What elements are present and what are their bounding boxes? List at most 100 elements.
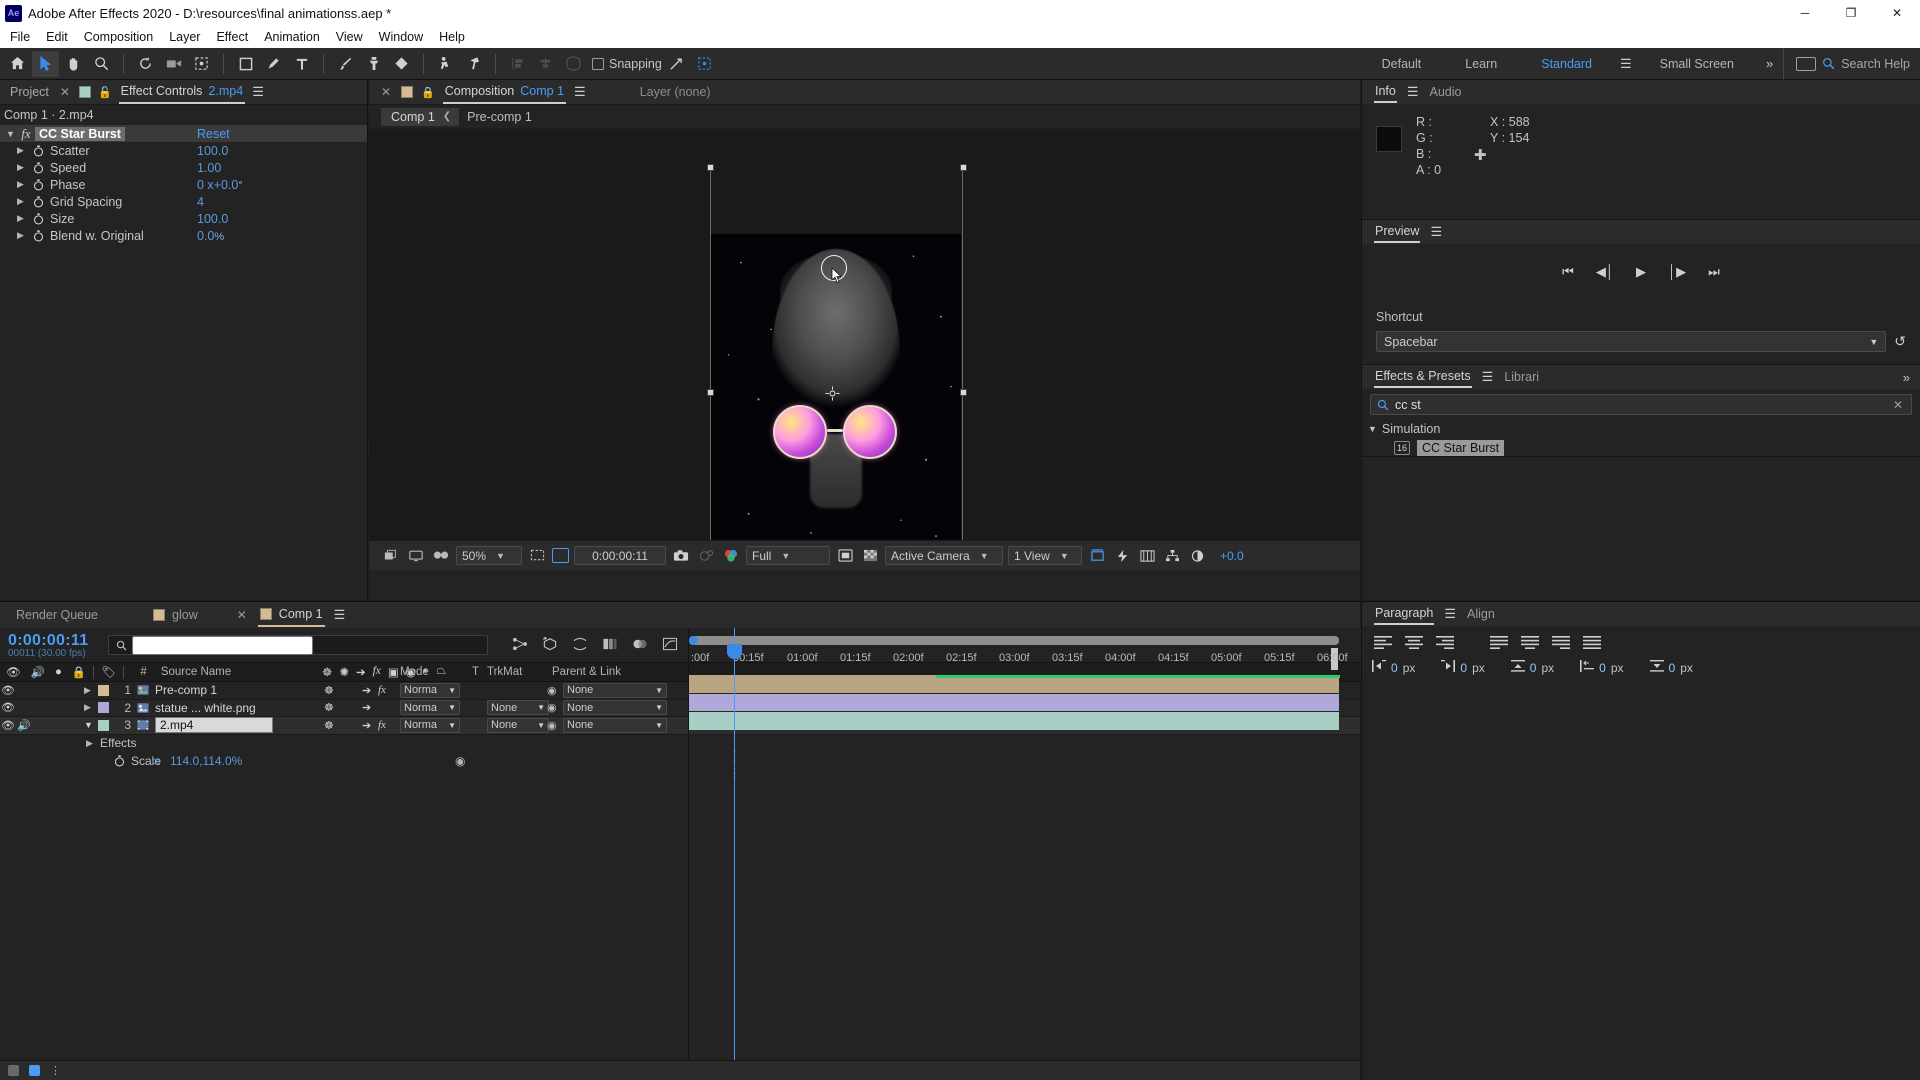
chevron-down-icon[interactable]: ▼ [655,721,663,730]
layer-bar-statue-png[interactable] [689,693,1339,711]
tab-align[interactable]: Align [1466,604,1496,624]
3d-glasses-icon[interactable] [431,546,451,566]
search-help-box[interactable]: Search Help [1783,47,1920,80]
selection-handle[interactable] [707,389,714,396]
snapshot-camera-icon[interactable] [671,546,691,566]
align-left-icon[interactable] [1372,634,1394,650]
snap-grid-icon[interactable] [691,51,718,77]
layer-color-swatch[interactable] [98,702,109,714]
space-before-field[interactable]: 0 px [1510,660,1554,675]
chevron-down-icon[interactable]: ▼ [448,686,456,695]
roto-brush-tool-icon[interactable] [432,51,459,77]
timeline-current-time[interactable]: 0:00:00:11 00011 (30.00 fps) [8,632,88,659]
property-value[interactable]: 0.0% [197,229,224,243]
twirl-down-icon[interactable]: ▼ [1368,424,1377,434]
twirl-right-icon[interactable]: ▶ [84,685,98,696]
layer-name[interactable]: statue ... white.png [155,701,256,715]
panel-menu-icon[interactable]: ☰ [1430,224,1442,240]
panel-menu-icon[interactable]: ☰ [1482,369,1494,385]
tab-comp-1[interactable]: Comp 1 [257,603,325,627]
chevron-down-icon[interactable]: ▼ [980,551,989,561]
property-row-speed[interactable]: ▶ Speed 1.00 [0,159,367,176]
snapping-toggle[interactable]: Snapping [592,57,662,71]
blend-mode-select[interactable]: Norma ▼ [400,700,460,716]
first-line-indent-field[interactable]: 0 px [1580,660,1624,675]
video-toggle-icon[interactable]: 👁 [0,684,16,697]
panel-menu-icon[interactable]: ☰ [1407,84,1419,100]
panel-menu-icon[interactable]: ☰ [334,607,346,623]
stopwatch-icon[interactable] [31,229,45,243]
parent-pickwhip-icon[interactable]: ◉ [547,701,557,714]
pen-tool-icon[interactable] [260,51,287,77]
anchor-point-icon[interactable] [825,386,840,401]
selection-tool-icon[interactable] [32,50,59,77]
video-toggle-icon[interactable]: 👁 [0,719,16,732]
playhead-line[interactable] [734,628,735,1080]
shape-tool-icon[interactable] [232,51,259,77]
puppet-pin-tool-icon[interactable] [460,51,487,77]
align-center-icon[interactable] [532,51,559,77]
parent-switch-icon[interactable]: ☸ [324,719,334,732]
snapping-checkbox[interactable] [592,57,604,70]
next-frame-icon[interactable]: │▶ [1668,264,1686,280]
property-value[interactable]: 0 x+0.0° [197,178,243,192]
zoom-level-select[interactable]: 50% ▼ [456,546,522,565]
region-of-interest-icon[interactable] [527,546,547,566]
expression-enable-icon[interactable]: ◉ [455,754,465,768]
layer-bar-2-mp4[interactable] [689,712,1339,730]
fx-switch-icon[interactable]: fx [378,684,386,696]
timeline-search-input[interactable] [132,635,314,655]
graph-editor-icon[interactable] [662,637,678,654]
first-frame-icon[interactable]: ⏮ [1562,264,1574,280]
scale-value[interactable]: 114.0,114.0% [170,754,242,768]
property-row-size[interactable]: ▶ Size 100.0 [0,210,367,227]
quality-switch-icon[interactable]: ➔ [362,719,371,732]
shortcut-select[interactable]: Spacebar ▼ [1376,331,1887,352]
panel-menu-icon[interactable]: ☰ [574,84,586,100]
tab-libraries[interactable]: Librari [1503,367,1540,387]
tab-paragraph[interactable]: Paragraph [1374,603,1435,625]
chevron-down-icon[interactable]: ▼ [1060,551,1069,561]
blend-mode-select[interactable]: Norma ▼ [400,717,460,733]
camera-view-select[interactable]: Active Camera ▼ [885,546,1003,565]
menu-animation[interactable]: Animation [256,28,328,46]
link-dimensions-icon[interactable]: ∞ [152,754,161,768]
chevron-down-icon[interactable]: ▼ [537,703,545,712]
maximize-button[interactable]: ❐ [1828,0,1874,26]
stopwatch-icon[interactable] [31,195,45,209]
selection-handle[interactable] [960,164,967,171]
layer-color-swatch[interactable] [98,684,109,696]
track-matte-select[interactable]: None ▼ [487,700,549,716]
panel-overflow-icon[interactable]: » [1893,370,1920,385]
toggle-transparency-grid-icon[interactable] [552,548,569,563]
effects-category-simulation[interactable]: ▼ Simulation [1368,422,1920,436]
tab-info[interactable]: Info [1374,81,1397,103]
camera-tool-icon[interactable] [160,51,187,77]
breadcrumb-comp-1[interactable]: Comp 1 ❮ [381,107,460,126]
justify-last-center-icon[interactable] [1519,634,1541,650]
twirl-right-icon[interactable]: ▶ [86,738,100,749]
tab-glow[interactable]: glow [151,604,200,626]
chevron-down-icon[interactable]: ▼ [496,551,505,561]
lock-icon[interactable]: 🔒 [421,86,435,99]
monitor-icon[interactable] [406,546,426,566]
property-value[interactable]: 100.0 [197,212,228,226]
menu-window[interactable]: Window [371,28,431,46]
align-center-icon[interactable] [1403,634,1425,650]
toggle-switches-modes-icon[interactable] [8,1065,19,1076]
chevron-down-icon[interactable]: ▼ [537,721,545,730]
timeline-graph-area[interactable]: :00f 00:15f 01:00f 01:15f 02:00f 02:15f … [688,628,1360,1080]
align-right-icon[interactable] [1434,634,1456,650]
playhead-handle[interactable] [727,644,742,659]
workspace-menu-icon[interactable]: ☰ [1614,56,1638,72]
parent-pickwhip-icon[interactable]: ◉ [547,684,557,697]
chevron-down-icon[interactable]: ▼ [448,703,456,712]
timeline-ruler[interactable]: :00f 00:15f 01:00f 01:15f 02:00f 02:15f … [689,648,1361,670]
close-button[interactable]: ✕ [1874,0,1920,26]
workspace-tab-learn[interactable]: Learn [1443,52,1519,76]
property-row-grid-spacing[interactable]: ▶ Grid Spacing 4 [0,193,367,210]
pixel-aspect-correction-icon[interactable] [1087,546,1107,566]
parent-select[interactable]: None ▼ [563,682,667,698]
tab-render-queue[interactable]: Render Queue [14,604,100,626]
parent-select[interactable]: None ▼ [563,700,667,716]
